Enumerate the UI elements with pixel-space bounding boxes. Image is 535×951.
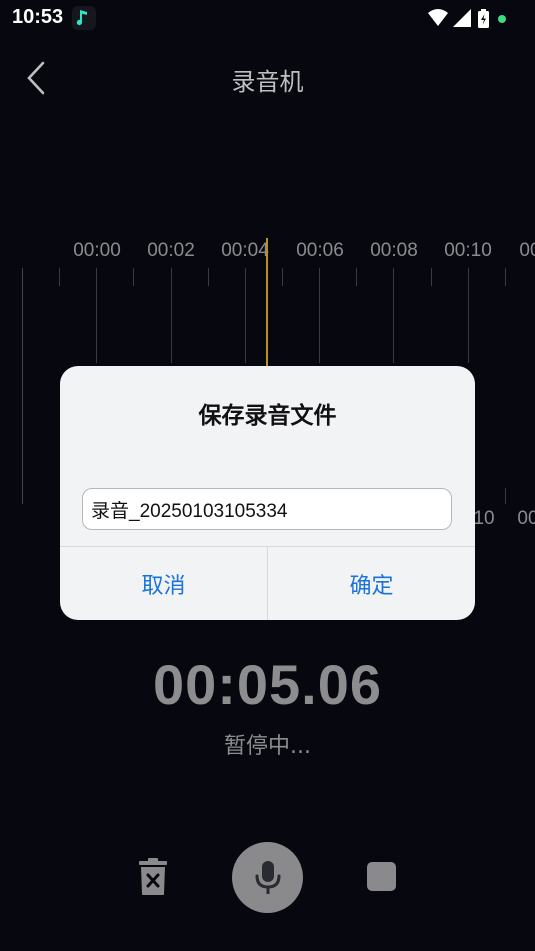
tick-label: 00:02	[147, 240, 195, 261]
minor-tick	[208, 268, 209, 286]
stop-button[interactable]	[367, 862, 396, 891]
major-tick	[96, 268, 97, 363]
tick-label: 00:00	[73, 240, 121, 261]
major-tick	[245, 268, 246, 363]
minor-tick	[356, 268, 357, 286]
minor-tick	[282, 268, 283, 286]
minor-tick	[505, 268, 506, 286]
status-time: 10:53	[12, 6, 64, 28]
playhead[interactable]	[266, 238, 268, 368]
confirm-button[interactable]: 确定	[268, 547, 475, 620]
major-tick	[393, 268, 394, 363]
recording-state: 暂停中...	[224, 734, 311, 759]
tick-label-bottom: 00	[517, 508, 535, 529]
cancel-button[interactable]: 取消	[60, 547, 267, 620]
record-button[interactable]	[232, 842, 303, 913]
delete-button[interactable]	[134, 856, 172, 898]
save-recording-dialog: 保存录音文件 取消 确定	[60, 366, 475, 620]
music-note-icon	[72, 6, 96, 30]
major-tick	[171, 268, 172, 363]
tick-label: 00:04	[221, 240, 269, 261]
tick-label: 00:06	[296, 240, 344, 261]
status-icons	[427, 8, 517, 28]
tick-label-bottom: 10	[473, 508, 495, 529]
minor-tick	[431, 268, 432, 286]
recorder-screen: 10:53 录音机 00:00 00:02 00:04 00:06 00:08 …	[0, 0, 535, 951]
page-title: 录音机	[231, 68, 304, 96]
timeline-left-boundary	[22, 268, 23, 504]
dialog-title: 保存录音文件	[198, 403, 337, 429]
bottom-tick	[505, 488, 506, 504]
tick-label: 00	[519, 240, 535, 261]
signal-icon	[453, 9, 471, 27]
tick-label: 00:08	[370, 240, 418, 261]
wifi-icon	[428, 9, 448, 26]
trash-x-icon	[139, 858, 167, 895]
battery-charging-icon	[478, 9, 489, 28]
major-tick	[468, 268, 469, 363]
tick-label: 00:10	[444, 240, 492, 261]
status-bar: 10:53	[0, 0, 535, 36]
notification-dot-icon	[498, 15, 506, 23]
major-tick	[319, 268, 320, 363]
minor-tick	[59, 268, 60, 286]
filename-input[interactable]	[82, 488, 452, 530]
elapsed-timer: 00:05.06	[152, 653, 383, 716]
microphone-icon	[255, 860, 280, 894]
minor-tick	[133, 268, 134, 286]
